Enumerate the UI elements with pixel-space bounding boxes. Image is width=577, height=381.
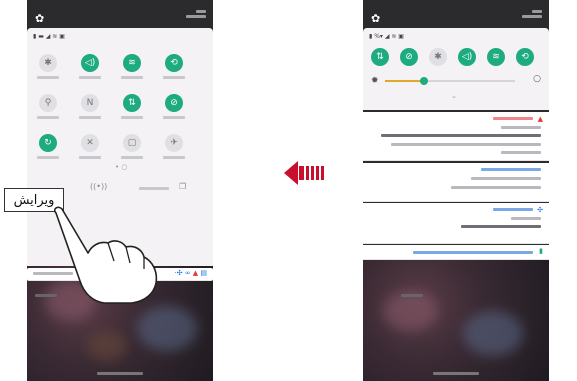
- android-icon: ▮: [539, 247, 543, 255]
- screen-icon[interactable]: ▢: [123, 134, 141, 152]
- gear-icon[interactable]: ✿: [35, 12, 44, 25]
- notification-card-1[interactable]: ▲: [363, 112, 549, 161]
- tile-label: [79, 76, 101, 79]
- block-icon[interactable]: ⊘: [165, 94, 183, 112]
- alert-icon: ▲: [537, 115, 543, 123]
- status-clock: [522, 10, 542, 20]
- notification-card-4[interactable]: ▮: [363, 245, 549, 260]
- brightness-slider[interactable]: [385, 77, 515, 85]
- sound-icon[interactable]: ◁): [81, 54, 99, 72]
- wall-label: [401, 294, 423, 297]
- tile-label: [163, 116, 185, 119]
- nfc-icon[interactable]: N: [81, 94, 99, 112]
- tile-label: [37, 156, 59, 159]
- wifi-icon[interactable]: ≋: [123, 54, 141, 72]
- tile-label: [79, 156, 101, 159]
- airplane-icon[interactable]: ✈: [165, 134, 183, 152]
- bottom-hint: [433, 372, 479, 375]
- ring-icon[interactable]: ((•)): [90, 182, 107, 191]
- tile-label: [79, 116, 101, 119]
- notification-card-2[interactable]: [363, 163, 549, 202]
- page-indicator: • ○: [115, 163, 128, 171]
- tile-label: [121, 116, 143, 119]
- tile-label: [37, 116, 59, 119]
- wifi-icon[interactable]: ≋: [487, 48, 505, 66]
- wallpaper: [363, 251, 549, 381]
- sync-icon[interactable]: ↻: [39, 134, 57, 152]
- rotate-icon[interactable]: ⟲: [516, 48, 534, 66]
- expand-chevron-icon[interactable]: ⌄: [451, 92, 457, 100]
- tile-label: [37, 76, 59, 79]
- rotate-icon[interactable]: ⟲: [165, 54, 183, 72]
- brightness-icon: ✹: [371, 76, 379, 86]
- tile-label: [163, 76, 185, 79]
- mini-status-icons: ▮ %▾ ◢ ≋ ▣: [369, 33, 404, 40]
- status-bar: ✿: [27, 0, 213, 30]
- bottom-hint: [97, 372, 143, 375]
- sound-icon[interactable]: ◁): [458, 48, 476, 66]
- cast-icon[interactable]: ❐: [179, 182, 186, 191]
- flashlight-icon[interactable]: ⚲: [39, 94, 57, 112]
- gear-icon[interactable]: ✿: [371, 12, 380, 25]
- data-icon[interactable]: ⇅: [123, 94, 141, 112]
- status-bar: ✿: [363, 0, 549, 30]
- tile-label: [121, 156, 143, 159]
- notification-card-3[interactable]: ✣: [363, 203, 549, 244]
- tile-label: [163, 156, 185, 159]
- mute-icon[interactable]: ✕: [81, 134, 99, 152]
- data-icon[interactable]: ⇅: [371, 48, 389, 66]
- quick-settings-panel: ▮ %▾ ◢ ≋ ▣ ⇅ ⊘ ✱ ◁) ≋ ⟲ ✹ ○ ⌄: [363, 28, 549, 110]
- notification-icons: ·✣ ∞ ▲ ▤: [174, 269, 207, 277]
- tile-label: [121, 76, 143, 79]
- bluetooth-icon[interactable]: ✱: [429, 48, 447, 66]
- usb-icon: ✣: [537, 206, 543, 214]
- mini-status-icons: ▮ ▬ ◢ ≋ ▣: [33, 33, 65, 40]
- left-arrow-icon: [284, 161, 324, 185]
- bluetooth-icon[interactable]: ✱: [39, 54, 57, 72]
- block-icon[interactable]: ⊘: [400, 48, 418, 66]
- status-clock: [186, 10, 206, 20]
- hand-pointer-icon: [53, 206, 158, 304]
- auto-brightness-icon[interactable]: ○: [533, 74, 541, 84]
- bottom-label: [139, 187, 169, 190]
- phone-right-screen: ✿ ▮ %▾ ◢ ≋ ▣ ⇅ ⊘ ✱ ◁) ≋ ⟲ ✹ ○ ⌄ ▲ ✣ ▮: [363, 0, 549, 381]
